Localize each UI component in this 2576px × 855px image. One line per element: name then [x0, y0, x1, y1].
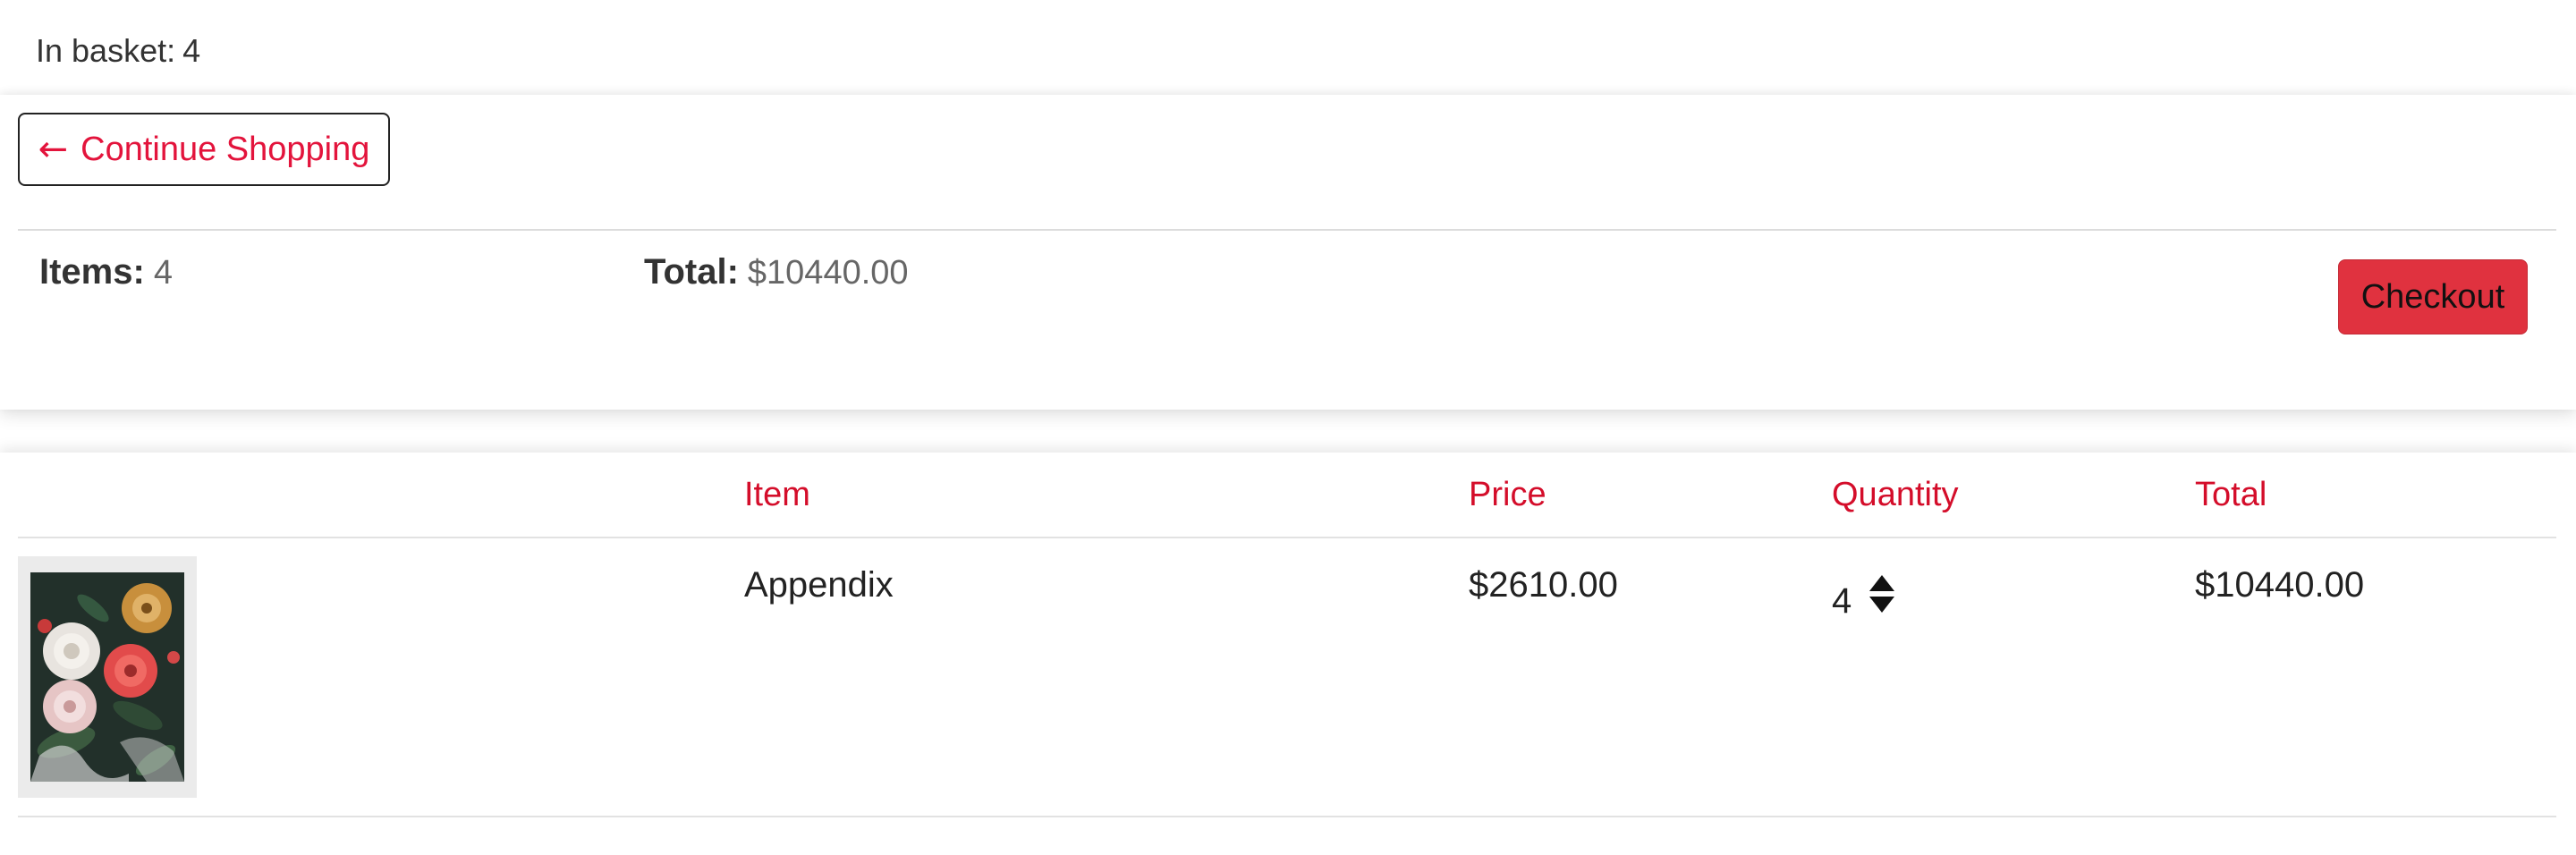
column-header-quantity: Quantity: [1832, 476, 1959, 513]
arrow-left-icon: ←: [38, 129, 69, 170]
total-value: $10440.00: [747, 254, 909, 292]
cart-table: Item Price Quantity Total Appendix $2610…: [0, 453, 2576, 855]
basket-label: In basket:: [36, 32, 176, 69]
row-divider: [18, 816, 2556, 817]
basket-count: 4: [182, 32, 201, 69]
continue-shopping-button[interactable]: ← Continue Shopping: [18, 113, 390, 186]
floral-painting-image: [30, 572, 184, 782]
quantity-value[interactable]: 4: [1832, 581, 1852, 622]
column-header-total: Total: [2195, 476, 2267, 513]
triangle-down-icon[interactable]: [1869, 596, 1895, 613]
triangle-up-icon[interactable]: [1869, 574, 1895, 591]
items-count: Items: 4: [39, 252, 173, 292]
stepper-buttons[interactable]: [1869, 574, 1895, 613]
items-label: Items:: [39, 252, 145, 292]
items-value: 4: [153, 254, 173, 292]
column-header-price: Price: [1469, 476, 1546, 513]
quantity-stepper: 4: [1832, 565, 1895, 622]
item-total: $10440.00: [2195, 565, 2365, 605]
product-thumbnail[interactable]: [18, 556, 197, 798]
checkout-button[interactable]: Checkout: [2338, 259, 2528, 334]
cart-total: Total: $10440.00: [644, 252, 909, 292]
summary-divider: [18, 229, 2556, 231]
item-name[interactable]: Appendix: [744, 565, 894, 605]
table-row: Appendix $2610.00 4 $10440.00: [0, 538, 2576, 816]
column-header-item: Item: [744, 476, 810, 513]
total-label: Total:: [644, 252, 739, 292]
continue-shopping-label: Continue Shopping: [80, 130, 370, 168]
basket-indicator: In basket: 4: [36, 32, 200, 70]
item-price: $2610.00: [1469, 565, 1618, 605]
cart-summary: ← Continue Shopping Items: 4 Total: $104…: [0, 95, 2576, 410]
